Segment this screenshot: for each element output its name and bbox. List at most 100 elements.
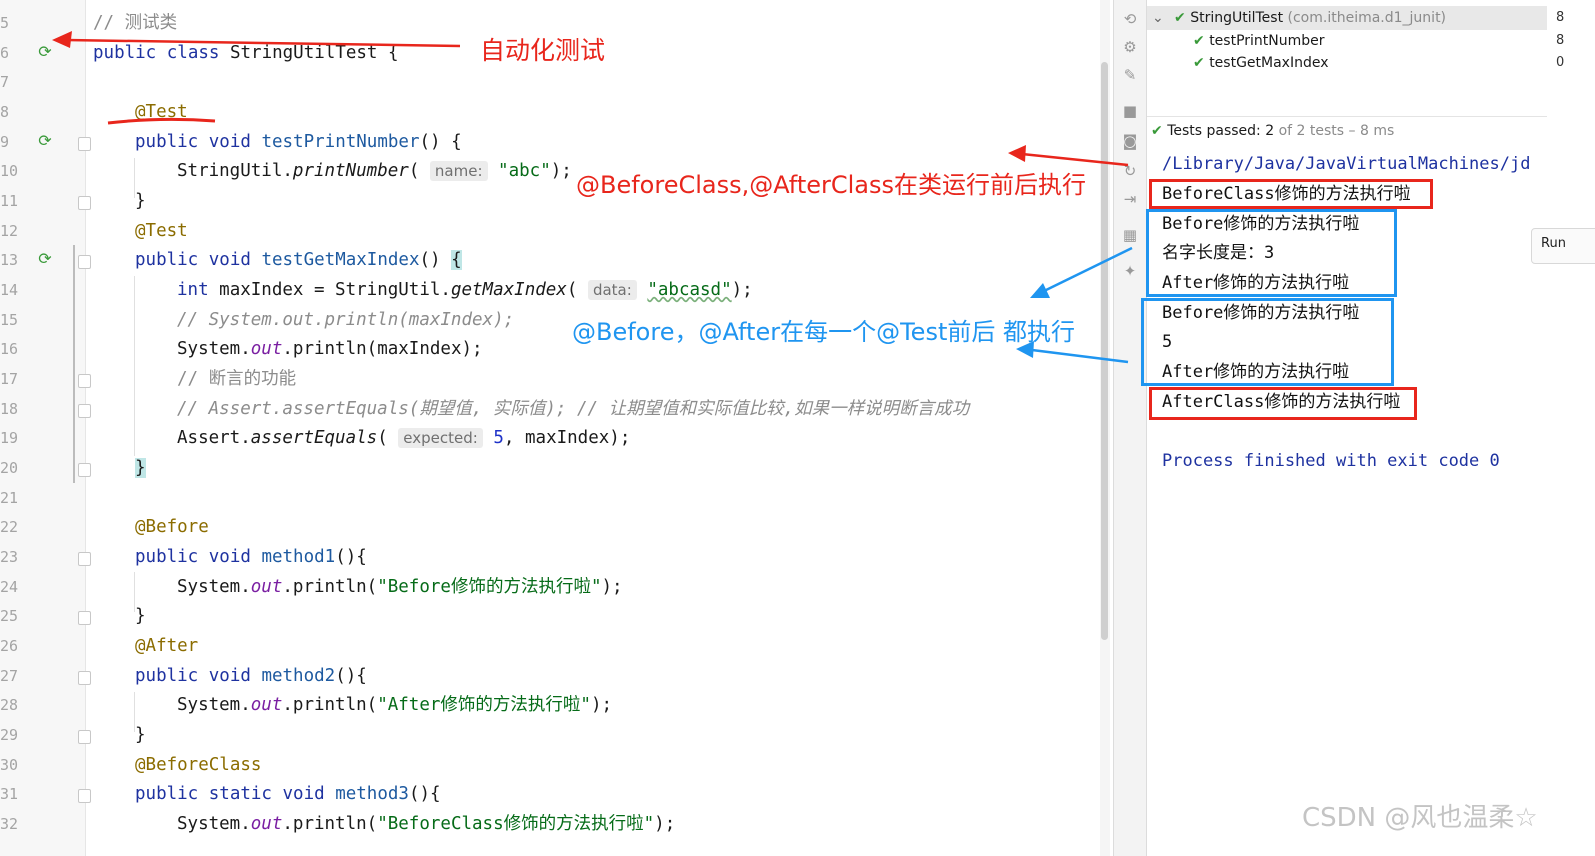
stop-icon[interactable]: ■ [1121,102,1139,120]
code-text: (){ [408,784,441,804]
line-number: 6 [0,44,10,62]
code-text: ); [601,577,623,597]
test-tree-root[interactable]: ✔ StringUtilTest (com.itheima.d1_junit) [1174,8,1446,28]
code-text: } [135,606,146,626]
restore-icon[interactable]: ↻ [1121,162,1139,180]
line-number: 11 [0,192,19,210]
line-number: 5 [0,14,10,32]
code-text: .println( [282,577,378,597]
camera-icon[interactable]: ◙ [1121,132,1139,150]
status-count: 2 [1265,123,1275,139]
line-number: 18 [0,400,19,418]
code-text: maxIndex = StringUtil. [219,280,451,300]
chevron-down-icon[interactable]: ⌄ [1152,8,1164,28]
code-text: .println( [282,695,378,715]
string-literal: "BeforeClass修饰的方法执行啦" [377,814,655,834]
line-number: 31 [0,785,19,803]
param-hint: data: [587,280,637,300]
number-literal: 5 [493,428,504,448]
method-name: method3 [335,784,409,804]
code-text: ( [408,161,420,181]
layout-icon[interactable]: ▦ [1121,226,1139,244]
code-text: Assert. [177,428,251,448]
test-method-label: testPrintNumber [1209,33,1325,49]
line-number: 29 [0,726,19,744]
keyword: public void [135,666,262,686]
code-comment: // 断言的功能 [177,369,297,389]
code-text: StringUtil. [177,161,293,181]
code-text: System. [177,339,251,359]
test-class-label: StringUtilTest [1190,10,1284,26]
wrench-icon[interactable]: ✎ [1121,66,1139,84]
method-name: method2 [261,666,336,686]
annotation-beforeclass-afterclass: @BeforeClass,@AfterClass在类运行前后执行 [576,171,1087,199]
annotation-before: @Before [135,517,209,537]
check-icon: ✔ [1193,55,1205,71]
code-text: (){ [335,547,367,567]
changed-lines-marker [73,245,75,483]
line-number: 32 [0,815,19,833]
code-text: } [135,191,146,211]
keyword: public void [135,132,262,152]
code-text: () [419,250,452,270]
check-icon: ✔ [1151,123,1163,139]
line-number: 23 [0,548,19,566]
annotation-test: @Test [135,221,188,241]
string-literal: "Before修饰的方法执行啦" [377,577,602,597]
line-number: 9 [0,133,10,151]
console-path: /Library/Java/JavaVirtualMachines/jd [1162,154,1531,174]
status-detail: of 2 tests – 8 ms [1274,123,1395,139]
test-tree-item[interactable]: ✔ testGetMaxIndex [1193,53,1329,73]
test-tree-item[interactable]: ✔ testPrintNumber [1193,31,1325,51]
pin-icon[interactable]: ✦ [1121,262,1139,280]
check-icon: ✔ [1193,33,1205,49]
line-number: 25 [0,607,19,625]
status-text: Tests passed: [1167,123,1266,139]
method-name: testGetMaxIndex [261,250,420,270]
line-number: 13 [0,251,19,269]
code-comment: // 测试类 [93,13,178,33]
test-time: 8 [1556,10,1565,25]
highlight-box-beforeclass [1149,179,1433,209]
line-number: 27 [0,667,19,685]
method-call: getMaxIndex [450,280,567,300]
line-number: 16 [0,340,19,358]
matched-brace: { [451,250,462,270]
line-number: 7 [0,73,10,91]
run-test-class-icon[interactable]: ⟳ [35,43,55,61]
method-call: printNumber [292,161,409,181]
test-method-label: testGetMaxIndex [1209,55,1329,71]
string-literal: "abc" [498,161,551,181]
code-text: ); [654,814,676,834]
editor-scrollbar-thumb[interactable] [1101,62,1108,640]
exit-icon[interactable]: ⇥ [1121,190,1139,208]
method-call: assertEquals [250,428,378,448]
keyword: public static void [135,784,336,804]
debug-icon[interactable]: ⚙ [1121,38,1139,56]
rerun-icon[interactable]: ⟲ [1121,10,1139,28]
watermark: CSDN @风也温柔☆ [1302,803,1538,833]
line-number: 15 [0,311,19,329]
param-hint: expected: [398,428,483,448]
highlight-box-test1 [1146,209,1397,297]
code-editor[interactable]: // 测试类 public class StringUtilTest { @Te… [86,0,1110,856]
code-text: () { [419,132,462,152]
code-text: System. [177,577,251,597]
code-text: ( [377,428,388,448]
code-text: , maxIndex); [503,428,631,448]
keyword: int [177,280,220,300]
annotation-beforeclass: @BeforeClass [135,755,262,775]
code-text: } [135,725,146,745]
matched-brace: } [135,458,146,478]
run-toolbar [1113,0,1147,856]
test-time: 0 [1556,55,1565,70]
code-text: ); [590,695,613,715]
code-text: System. [177,814,251,834]
line-number: 20 [0,459,19,477]
run-test-method-icon[interactable]: ⟳ [35,250,55,268]
code-text: ( [566,280,578,300]
run-test-method-icon[interactable]: ⟳ [35,132,55,150]
divider [1147,116,1547,117]
test-package-label: (com.itheima.d1_junit) [1287,10,1447,26]
code-text: (){ [335,666,367,686]
